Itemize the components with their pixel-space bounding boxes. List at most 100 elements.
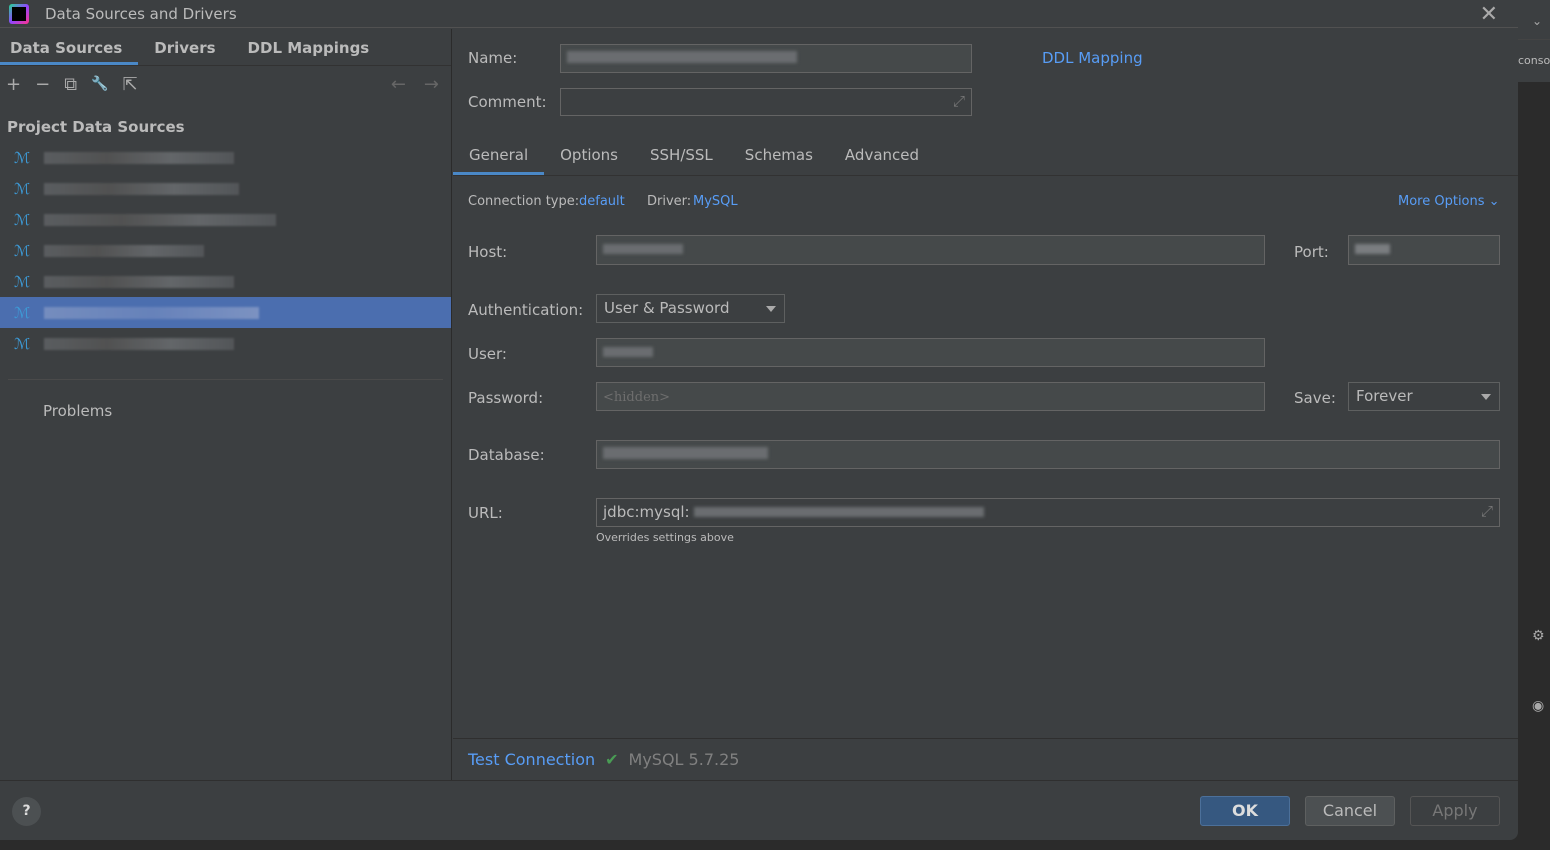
test-result: MySQL 5.7.25 bbox=[628, 750, 740, 769]
driver-link[interactable]: MySQL bbox=[693, 194, 738, 209]
close-icon[interactable]: ✕ bbox=[1480, 2, 1498, 27]
gear-icon[interactable]: ⚙ bbox=[1532, 628, 1545, 644]
copy-icon[interactable]: ⧉ bbox=[64, 74, 77, 95]
redacted-name bbox=[44, 306, 259, 319]
expand-icon[interactable]: ⤢ bbox=[1481, 502, 1493, 520]
test-connection-link[interactable]: Test Connection bbox=[468, 750, 595, 769]
redacted-name bbox=[44, 275, 234, 288]
user-label: User: bbox=[468, 345, 507, 363]
left-panel: Data Sources Drivers DDL Mappings + − ⧉ … bbox=[0, 29, 452, 780]
connection-type-label: Connection type: bbox=[468, 194, 580, 209]
comment-input[interactable]: ⤢ bbox=[560, 88, 972, 116]
more-options-text: More Options bbox=[1398, 194, 1485, 209]
tab-ssh-ssl[interactable]: SSH/SSL bbox=[634, 136, 729, 175]
wrench-icon[interactable]: 🔧 bbox=[91, 76, 108, 92]
data-source-list: ℳ ℳ ℳ ℳ ℳ ℳ ℳ bbox=[0, 142, 451, 359]
list-item[interactable]: ℳ bbox=[0, 266, 451, 297]
url-value: jdbc:mysql: bbox=[603, 503, 690, 521]
settings-tabs: General Options SSH/SSL Schemas Advanced bbox=[453, 136, 1518, 176]
cancel-button[interactable]: Cancel bbox=[1305, 796, 1395, 826]
list-item[interactable]: ℳ bbox=[0, 204, 451, 235]
help-button[interactable]: ? bbox=[12, 797, 41, 826]
title-bar: Data Sources and Drivers ✕ bbox=[0, 0, 1518, 28]
mysql-dolphin-icon: ℳ bbox=[14, 148, 31, 167]
list-item[interactable]: ℳ bbox=[0, 328, 451, 359]
list-item[interactable]: ℳ bbox=[0, 173, 451, 204]
check-icon: ✔ bbox=[605, 750, 619, 769]
add-icon[interactable]: + bbox=[6, 74, 21, 95]
console-tab[interactable]: conso bbox=[1518, 40, 1550, 82]
expand-icon[interactable]: ⤢ bbox=[953, 92, 965, 110]
host-label: Host: bbox=[468, 243, 508, 261]
name-input[interactable] bbox=[560, 44, 972, 73]
password-input[interactable]: <hidden> bbox=[596, 382, 1265, 411]
redacted-name bbox=[44, 151, 234, 164]
tab-options[interactable]: Options bbox=[544, 136, 634, 175]
chevron-down-icon: ⌄ bbox=[1518, 0, 1550, 40]
redacted-name bbox=[44, 182, 239, 195]
remove-icon[interactable]: − bbox=[35, 74, 50, 95]
redacted-name bbox=[44, 244, 204, 257]
redacted-value bbox=[1355, 244, 1390, 254]
list-item[interactable]: ℳ bbox=[0, 235, 451, 266]
mysql-dolphin-icon: ℳ bbox=[14, 210, 31, 229]
port-input[interactable] bbox=[1348, 235, 1500, 265]
host-input[interactable] bbox=[596, 235, 1265, 265]
database-input[interactable] bbox=[596, 440, 1500, 469]
chevron-down-icon: ⌄ bbox=[1488, 194, 1500, 209]
tab-data-sources[interactable]: Data Sources bbox=[0, 29, 139, 65]
eye-icon[interactable]: ◉ bbox=[1532, 698, 1544, 714]
import-icon[interactable]: ⇱ bbox=[122, 74, 137, 95]
redacted-value bbox=[603, 347, 653, 357]
forward-arrow-icon[interactable]: → bbox=[424, 74, 439, 95]
list-item-selected[interactable]: ℳ bbox=[0, 297, 451, 328]
more-options-link[interactable]: More Options ⌄ bbox=[1398, 194, 1500, 209]
background-ide-strip: ⌄ conso ⚙ ◉ bbox=[1518, 0, 1550, 850]
redacted-name bbox=[44, 213, 276, 226]
redacted-name bbox=[44, 337, 234, 350]
dialog-footer: ? OK Cancel Apply bbox=[0, 780, 1518, 840]
url-input[interactable]: jdbc:mysql: ⤢ bbox=[596, 498, 1500, 527]
mysql-dolphin-icon: ℳ bbox=[14, 241, 31, 260]
mysql-dolphin-icon: ℳ bbox=[14, 179, 31, 198]
ddl-mapping-link[interactable]: DDL Mapping bbox=[1042, 49, 1143, 67]
mysql-dolphin-icon: ℳ bbox=[14, 334, 31, 353]
user-input[interactable] bbox=[596, 338, 1265, 367]
back-arrow-icon[interactable]: ← bbox=[391, 74, 406, 95]
datagrip-logo-icon bbox=[9, 3, 29, 24]
apply-button[interactable]: Apply bbox=[1410, 796, 1500, 826]
data-sources-dialog: Data Sources and Drivers ✕ Data Sources … bbox=[0, 0, 1518, 840]
authentication-label: Authentication: bbox=[468, 301, 584, 319]
redacted-value bbox=[603, 447, 768, 459]
list-item[interactable]: ℳ bbox=[0, 142, 451, 173]
comment-label: Comment: bbox=[468, 93, 547, 111]
connection-type-link[interactable]: default bbox=[579, 194, 625, 209]
redacted-value bbox=[603, 244, 683, 254]
tab-general[interactable]: General bbox=[453, 136, 545, 175]
tab-ddl-mappings[interactable]: DDL Mappings bbox=[232, 29, 386, 65]
tab-schemas[interactable]: Schemas bbox=[729, 136, 829, 175]
password-label: Password: bbox=[468, 389, 544, 407]
mysql-dolphin-icon: ℳ bbox=[14, 303, 31, 322]
database-label: Database: bbox=[468, 446, 545, 464]
window-title: Data Sources and Drivers bbox=[45, 4, 237, 23]
save-dropdown[interactable]: Forever bbox=[1348, 382, 1500, 411]
driver-label: Driver: bbox=[647, 194, 692, 209]
project-data-sources-heading: Project Data Sources bbox=[7, 118, 185, 136]
save-label: Save: bbox=[1294, 389, 1336, 407]
authentication-dropdown[interactable]: User & Password bbox=[596, 294, 785, 323]
mysql-dolphin-icon: ℳ bbox=[14, 272, 31, 291]
redacted-value bbox=[694, 507, 985, 517]
password-placeholder: <hidden> bbox=[603, 390, 671, 405]
port-label: Port: bbox=[1294, 243, 1329, 261]
name-label: Name: bbox=[468, 49, 518, 67]
url-hint: Overrides settings above bbox=[596, 531, 734, 544]
tab-advanced[interactable]: Advanced bbox=[829, 136, 935, 175]
redacted-name bbox=[567, 51, 797, 63]
ok-button[interactable]: OK bbox=[1200, 796, 1290, 826]
right-panel: Name: DDL Mapping Comment: ⤢ General Opt… bbox=[453, 29, 1518, 780]
tab-drivers[interactable]: Drivers bbox=[138, 29, 231, 65]
url-label: URL: bbox=[468, 504, 503, 522]
test-connection-bar: Test Connection ✔ MySQL 5.7.25 bbox=[453, 738, 1518, 780]
problems-item[interactable]: Problems bbox=[0, 380, 451, 442]
